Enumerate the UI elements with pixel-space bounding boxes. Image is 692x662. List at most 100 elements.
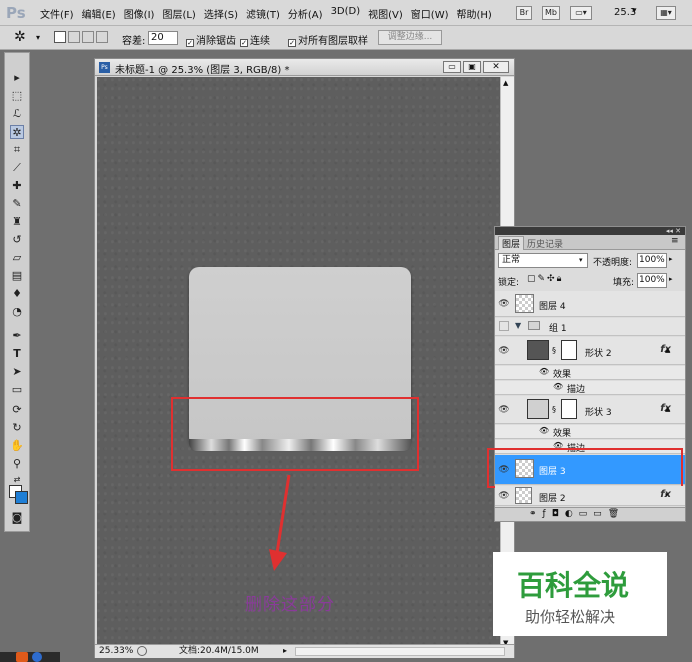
visibility-empty-icon[interactable]: [499, 321, 509, 331]
collapse-effects-icon[interactable]: ▲: [665, 405, 670, 413]
refine-edge-button[interactable]: 调整边缘...: [378, 30, 442, 45]
intersect-selection-icon[interactable]: [96, 31, 108, 43]
lock-icons[interactable]: ▢✎✣🔒︎: [527, 274, 563, 284]
tolerance-label: 容差:: [122, 36, 146, 47]
dodge-tool-icon[interactable]: ◔: [10, 305, 24, 319]
healing-brush-tool-icon[interactable]: ✚: [10, 179, 24, 193]
sample-all-layers-checkbox[interactable]: ✓ 对所有图层取样: [288, 32, 368, 47]
menu-layer[interactable]: 图层(L): [162, 6, 203, 21]
type-tool-icon[interactable]: T: [10, 347, 24, 361]
zoom-tool-icon[interactable]: ⚲: [10, 457, 24, 471]
shape-tool-icon[interactable]: ▭: [10, 383, 24, 397]
stroke-eye-icon[interactable]: 👁︎: [553, 382, 563, 391]
mini-bridge-button[interactable]: Mb: [542, 6, 560, 20]
preset-dropdown-icon[interactable]: ▾: [36, 33, 40, 42]
watermark-title: 百科全说: [517, 569, 630, 602]
path-selection-tool-icon[interactable]: ➤: [10, 365, 24, 379]
bridge-button[interactable]: Br: [516, 6, 532, 20]
layer-row[interactable]: 👁︎ 图层 4: [495, 291, 685, 317]
collapse-effects-icon[interactable]: ▲: [665, 346, 670, 354]
3d-rotate-tool-icon[interactable]: ⟳: [10, 403, 24, 417]
menu-window[interactable]: 窗口(W): [411, 6, 457, 21]
fill-slider-icon[interactable]: ▸: [669, 275, 673, 283]
effects-row[interactable]: 👁︎ 效果: [495, 425, 685, 439]
taskbar-app-icon[interactable]: [16, 652, 28, 662]
restore-icon[interactable]: ▣: [463, 61, 481, 73]
taskbar-app-icon[interactable]: [32, 652, 42, 662]
annotation-text: 删除这部分: [245, 595, 335, 615]
visibility-eye-icon[interactable]: 👁︎: [498, 346, 510, 356]
group-expand-icon[interactable]: ▼: [515, 321, 521, 330]
blend-mode-select[interactable]: 正常: [498, 253, 588, 268]
menu-analysis[interactable]: 分析(A): [288, 6, 331, 21]
tolerance-input[interactable]: 20: [148, 31, 178, 45]
blur-tool-icon[interactable]: ♦: [10, 287, 24, 301]
marquee-tool-icon[interactable]: ⬚: [10, 89, 24, 103]
background-color-swatch[interactable]: [15, 491, 28, 504]
crop-tool-icon[interactable]: ⌗: [10, 143, 24, 157]
canvas[interactable]: 删除这部分: [97, 77, 500, 651]
close-icon[interactable]: ✕: [483, 61, 509, 73]
menu-help[interactable]: 帮助(H): [457, 6, 500, 21]
opacity-input[interactable]: 100%: [637, 253, 667, 268]
antialias-checkbox[interactable]: ✓ 消除锯齿: [186, 32, 236, 47]
history-brush-tool-icon[interactable]: ↺: [10, 233, 24, 247]
move-tool-icon[interactable]: ▸: [10, 71, 24, 85]
stroke-row[interactable]: 👁︎ 描边: [495, 381, 685, 395]
document-title-bar[interactable]: Ps 未标题-1 @ 25.3% (图层 3, RGB/8) * ▭ ▣ ✕: [95, 59, 514, 76]
status-bar: 25.33% 文档:20.4M/15.0M ▸: [95, 644, 514, 658]
effects-eye-icon[interactable]: 👁︎: [539, 367, 549, 376]
hand-tool-icon[interactable]: ✋: [10, 439, 24, 453]
tab-history[interactable]: 历史记录: [527, 237, 563, 250]
pen-tool-icon[interactable]: ✒: [10, 329, 24, 343]
minimize-icon[interactable]: ▭: [443, 61, 461, 73]
lasso-tool-icon[interactable]: ℒ: [10, 107, 24, 121]
brush-tool-icon[interactable]: ✎: [10, 197, 24, 211]
visibility-eye-icon[interactable]: 👁︎: [498, 299, 510, 309]
clone-stamp-tool-icon[interactable]: ♜: [10, 215, 24, 229]
fill-input[interactable]: 100%: [637, 273, 667, 288]
layer-row[interactable]: 👁︎ § 形状 2 fx ▲: [495, 337, 685, 365]
panel-collapse-bar[interactable]: ◂◂ ✕: [495, 227, 685, 235]
arrange-documents-button[interactable]: ▦▾: [656, 6, 676, 20]
gradient-tool-icon[interactable]: ▤: [10, 269, 24, 283]
screen-mode-button[interactable]: ▭▾: [570, 6, 592, 20]
eyedropper-tool-icon[interactable]: ⟋: [10, 161, 24, 175]
menu-file[interactable]: 文件(F): [40, 6, 82, 21]
layer-row[interactable]: 👁︎ 图层 2 fx ▾: [495, 486, 685, 506]
status-info-icon[interactable]: [137, 646, 147, 656]
menu-select[interactable]: 选择(S): [204, 6, 246, 21]
magic-wand-preset-icon[interactable]: ✲: [14, 29, 26, 45]
menu-filter[interactable]: 滤镜(T): [246, 6, 288, 21]
photoshop-logo: Ps: [6, 4, 26, 22]
effects-eye-icon[interactable]: 👁︎: [539, 426, 549, 435]
menu-view[interactable]: 视图(V): [368, 6, 411, 21]
layer-group-row[interactable]: ▼ 组 1: [495, 318, 685, 336]
quick-mask-icon[interactable]: ◙: [10, 511, 24, 525]
status-menu-icon[interactable]: ▸: [283, 645, 287, 657]
horizontal-scrollbar[interactable]: [295, 647, 505, 656]
contiguous-checkbox[interactable]: ✓ 连续: [240, 32, 270, 47]
3d-orbit-tool-icon[interactable]: ↻: [10, 421, 24, 435]
panel-menu-icon[interactable]: ≡: [671, 236, 679, 246]
magic-wand-tool-icon[interactable]: ✲: [10, 125, 24, 139]
visibility-eye-icon[interactable]: 👁︎: [498, 405, 510, 415]
visibility-eye-icon[interactable]: 👁︎: [498, 491, 510, 501]
status-zoom[interactable]: 25.33%: [99, 645, 133, 657]
add-selection-icon[interactable]: [68, 31, 80, 43]
eraser-tool-icon[interactable]: ▱: [10, 251, 24, 265]
scroll-up-icon[interactable]: ▲: [503, 79, 508, 87]
tab-layers[interactable]: 图层: [498, 236, 525, 250]
effects-row[interactable]: 👁︎ 效果: [495, 366, 685, 380]
blend-dropdown-icon[interactable]: ▾: [579, 256, 583, 264]
opacity-slider-icon[interactable]: ▸: [669, 255, 673, 263]
menu-image[interactable]: 图像(I): [124, 6, 163, 21]
menu-edit[interactable]: 编辑(E): [82, 6, 124, 21]
panel-footer-buttons[interactable]: ⚭ƒ◘◐▭▭🗑︎: [495, 507, 685, 521]
zoom-dropdown-icon[interactable]: ▾: [632, 6, 637, 16]
menu-3d[interactable]: 3D(D): [331, 6, 369, 21]
subtract-selection-icon[interactable]: [82, 31, 94, 43]
layer-row[interactable]: 👁︎ § 形状 3 fx ▲: [495, 396, 685, 424]
expand-effects-icon[interactable]: ▾: [665, 491, 669, 499]
new-selection-icon[interactable]: [54, 31, 66, 43]
